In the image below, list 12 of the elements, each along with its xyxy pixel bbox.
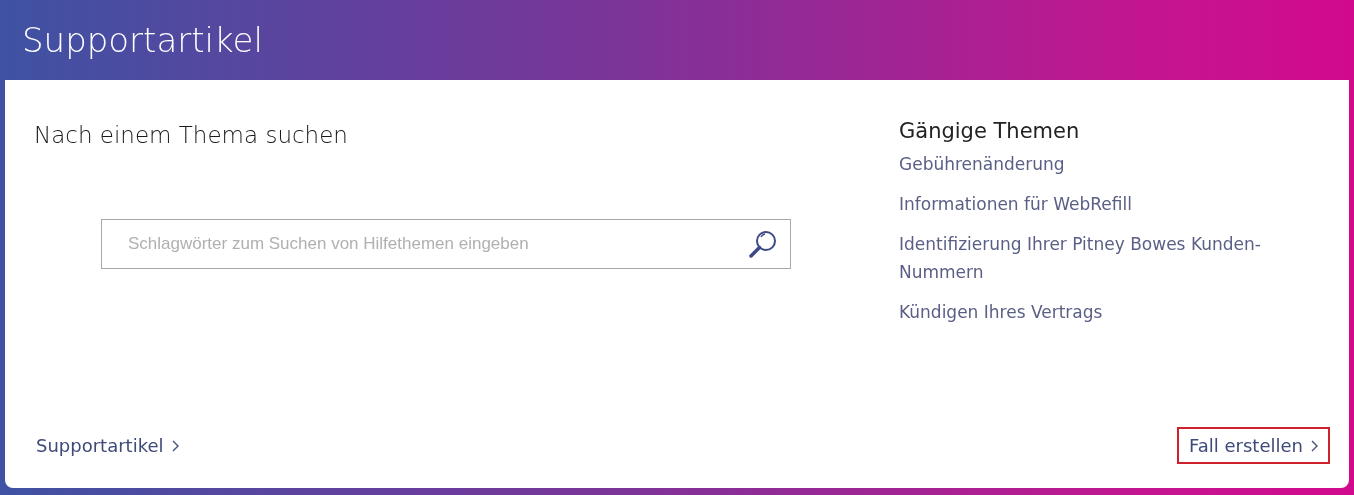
topics-heading: Gängige Themen [899,118,1081,145]
chevron-right-icon [1311,439,1318,452]
search-heading: Nach einem Thema suchen [34,121,349,150]
topic-link[interactable]: Informationen für WebRefill [899,190,1289,219]
topic-link[interactable]: Identifizierung Ihrer Pitney Bowes Kunden-Nummern [899,230,1289,287]
chevron-right-icon [171,439,179,452]
topic-link[interactable]: Gebührenänderung [899,150,1289,179]
search-field[interactable]: Schlagwörter zum Suchen von Hilfethemen eingeben [101,218,791,269]
footer-link[interactable]: Supportartikel [24,427,191,464]
topic-link[interactable]: Kündigen Ihres Vertrags [899,298,1289,327]
page-title: Supportartikel [22,23,263,57]
footer-link[interactable]: Fall erstellen [1177,427,1330,464]
